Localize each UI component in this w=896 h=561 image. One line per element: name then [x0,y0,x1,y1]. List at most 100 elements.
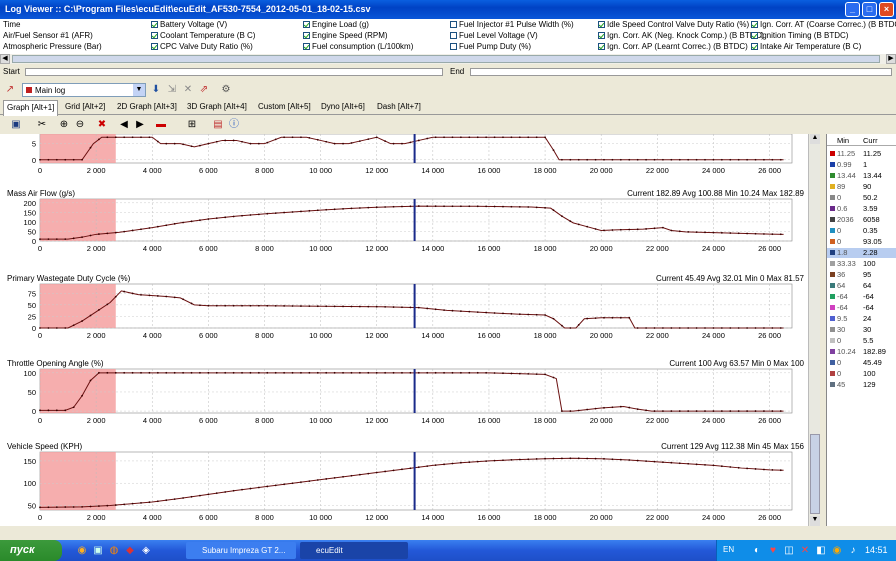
graph-scrollbar[interactable]: ▲ ▼ [808,134,820,526]
chart-panel-1[interactable]: 200150100500 Mass Air Flow (g/s) Current 1… [7,189,805,253]
minimize-button[interactable]: _ [845,2,860,17]
chevron-down-icon[interactable]: ▼ [133,84,145,96]
marker-icon[interactable]: ▬ [155,119,167,131]
param-checkbox[interactable] [598,43,605,50]
legend-row[interactable]: 64 64 [827,281,896,291]
chart-panel-2[interactable]: 75 50 25 0 Primary Wastegate Duty Cycle (%) C… [7,274,805,340]
scroll-right-icon[interactable]: ▶ [886,54,896,64]
param-checkbox[interactable] [751,43,758,50]
parameter-scrollbar[interactable]: ◀ ▶ [0,54,896,64]
legend-row[interactable]: 36 95 [827,270,896,280]
legend-row[interactable]: 33.33 100 [827,259,896,269]
browser-icon[interactable]: ◉ [76,545,88,557]
tray-icon-5[interactable]: ◧ [815,545,827,557]
param-checkbox[interactable] [598,21,605,28]
param-item[interactable]: Ign. Corr. AP (Learnt Correc.) (B BTDC) [598,42,748,52]
graph-scroll-thumb[interactable] [810,434,820,514]
scroll-down-icon[interactable]: ▼ [810,516,820,526]
start-slider[interactable] [25,68,443,76]
info-icon[interactable]: ⓘ [228,119,240,131]
start-button[interactable]: пуск [0,540,62,561]
log-select[interactable]: Main log ▼ [22,83,146,97]
param-item[interactable]: Engine Speed (RPM) [303,31,388,41]
param-checkbox[interactable] [303,21,310,28]
layout-icon[interactable]: ⊞ [186,119,198,131]
tab-1[interactable]: Grid [Alt+2] [62,100,108,113]
param-item[interactable]: Fuel consumption (L/100km) [303,42,413,52]
legend-row[interactable]: 0 93.05 [827,237,896,247]
tab-0[interactable]: Graph [Alt+1] [3,100,59,116]
tab-3[interactable]: 3D Graph [Alt+4] [184,100,250,113]
param-checkbox[interactable] [151,21,158,28]
save-icon[interactable]: ▣ [10,119,22,131]
tray-icon-2[interactable]: ♥ [767,545,779,557]
legend-row[interactable]: 11.25 11.25 [827,149,896,159]
tray-icon-4[interactable]: ✕ [799,545,811,557]
param-item[interactable]: CPC Valve Duty Ratio (%) [151,42,253,52]
scroll-left-icon[interactable]: ◀ [0,54,10,64]
compare-icon[interactable]: ⇗ [198,84,210,96]
param-item[interactable]: Ign. Corr. AK (Neg. Knock Comp.) (B BTDC… [598,31,764,41]
param-item[interactable]: Ign. Corr. AT (Coarse Correc.) (B BTDC) [751,20,896,30]
legend-row[interactable]: 2036 6058 [827,215,896,225]
legend-row[interactable]: -64 -64 [827,292,896,302]
taskbar-item-browser[interactable]: Subaru Impreza GT 2... [186,542,296,559]
param-checkbox[interactable] [303,43,310,50]
scroll-thumb[interactable] [12,55,880,63]
cut-icon[interactable]: ✂ [36,119,48,131]
taskbar-item-ecuedit[interactable]: ecuEdit [300,542,408,559]
charts-svg[interactable]: 500 2 000 4 000 6 000 8 000 10 000 12 000 14 00… [0,133,808,526]
legend-row[interactable]: 10.24 182.89 [827,347,896,357]
window-titlebar[interactable]: Log Viewer :: C:\Program Files\ecuEdit\e… [0,0,896,19]
param-item[interactable]: Fuel Pump Duty (%) [450,42,531,52]
param-item[interactable]: Battery Voltage (V) [151,20,227,30]
chart-panel-4[interactable]: 150 100 50 Vehicle Speed (KPH) Current 129 A… [7,442,805,522]
legend-row[interactable]: 0 0.35 [827,226,896,236]
remove-icon[interactable]: ✕ [182,84,194,96]
param-checkbox[interactable] [751,21,758,28]
tab-6[interactable]: Dash [Alt+7] [374,100,424,113]
legend-row[interactable]: 89 90 [827,182,896,192]
volume-icon[interactable]: ♪ [847,545,859,557]
tray-icon-3[interactable]: ◫ [783,545,795,557]
param-item[interactable]: Intake Air Temperature (B C) [751,42,861,52]
tab-4[interactable]: Custom [Alt+5] [255,100,314,113]
param-item[interactable]: Air/Fuel Sensor #1 (AFR) [3,31,93,41]
settings-icon[interactable]: ⚙ [220,84,232,96]
maximize-button[interactable]: □ [862,2,877,17]
legend-row[interactable]: 0 45.49 [827,358,896,368]
param-checkbox[interactable] [303,32,310,39]
legend-row[interactable]: -64 -64 [827,303,896,313]
param-checkbox[interactable] [450,32,457,39]
param-item[interactable]: Idle Speed Control Valve Duty Ratio (%) [598,20,749,30]
legend-row[interactable]: 0 100 [827,369,896,379]
param-checkbox[interactable] [450,21,457,28]
chart-panel-3[interactable]: 100 50 0 Throttle Opening Angle (%) Current … [7,359,805,425]
legend-row[interactable]: 0.99 1 [827,160,896,170]
param-item[interactable]: Coolant Temperature (B C) [151,31,255,41]
legend-row[interactable]: 30 30 [827,325,896,335]
legend-row[interactable]: 0 5.5 [827,336,896,346]
language-indicator[interactable]: EN [723,545,734,554]
param-item[interactable]: Ignition Timing (B BTDC) [751,31,848,41]
param-item[interactable]: Atmospheric Pressure (Bar) [3,42,102,52]
firefox-icon[interactable]: ◍ [108,545,120,557]
param-checkbox[interactable] [450,43,457,50]
media-icon[interactable]: ◆ [124,545,136,557]
legend-row[interactable]: 13.44 13.44 [827,171,896,181]
close-button[interactable]: × [879,2,894,17]
app-icon[interactable]: ◈ [140,545,152,557]
param-checkbox[interactable] [598,32,605,39]
scroll-up-icon[interactable]: ▲ [810,134,820,144]
param-checkbox[interactable] [751,32,758,39]
param-item[interactable]: Fuel Injector #1 Pulse Width (%) [450,20,574,30]
legend-row[interactable]: 0 50.2 [827,193,896,203]
param-checkbox[interactable] [151,43,158,50]
legend-row[interactable]: 1.8 2.28 [827,248,896,258]
chart-icon[interactable]: ↗ [4,84,16,96]
legend-row[interactable]: 9.5 24 [827,314,896,324]
chart-panel-0[interactable]: 5 00 2 000 4 000 6 000 8 000 10 000 12 000 14 00… [32,133,793,175]
download-icon[interactable]: ⬇ [150,84,162,96]
zoom-out-icon[interactable]: ⊖ [74,119,86,131]
delete-icon[interactable]: ✖ [96,119,108,131]
